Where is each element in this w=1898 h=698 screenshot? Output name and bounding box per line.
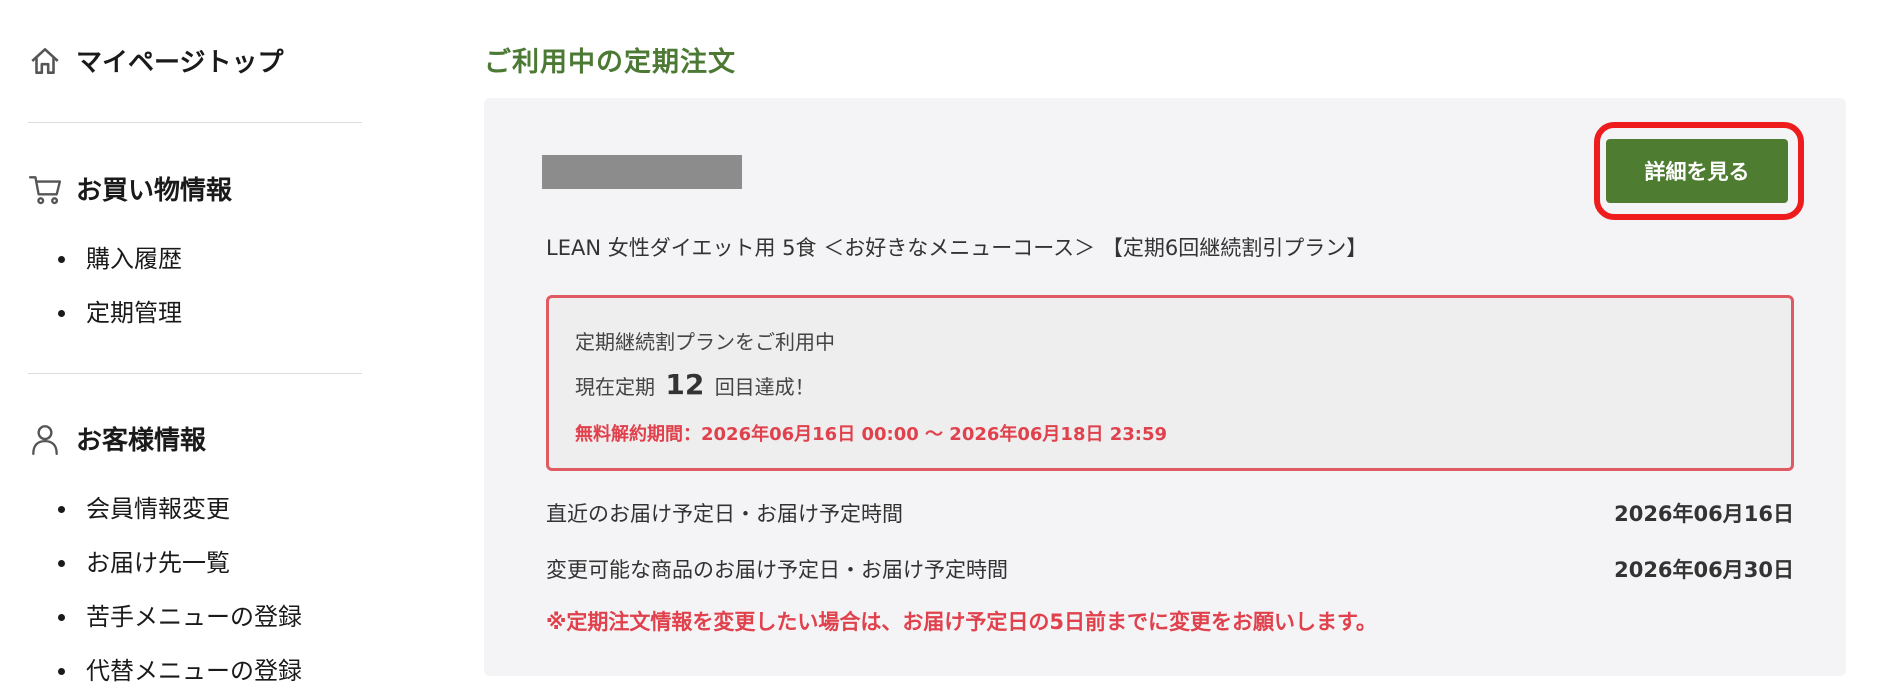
next-delivery-row: 直近のお届け予定日・お届け予定時間 2026年06月16日 [546,498,1794,528]
sidebar-item-purchase-history[interactable]: 購入履歴 [58,232,182,286]
sidebar-item-mypage-top[interactable]: マイページトップ [28,42,283,79]
sidebar-section-heading: お買い物情報 [76,176,233,206]
sidebar-shopping-list: 購入履歴 定期管理 [58,232,182,340]
sidebar-item-subscription-management[interactable]: 定期管理 [58,286,182,340]
changeable-delivery-date: 2026年06月30日 [1614,558,1794,582]
view-details-button[interactable]: 詳細を見る [1606,139,1788,203]
sidebar-section-customer: お客様情報 [28,420,206,457]
subscription-order-card: 詳細を見る LEAN 女性ダイエット用 5食 ＜お好きなメニューコース＞ 【定期… [484,98,1846,676]
sidebar-item-substitute-menu[interactable]: 代替メニューの登録 [58,644,302,698]
next-delivery-date: 2026年06月16日 [1614,502,1794,526]
sidebar-section-shopping: お買い物情報 [28,170,232,207]
cart-icon [28,172,62,206]
subscription-count: 現在定期 12 回目達成！ [575,368,815,401]
sidebar-divider [28,373,362,374]
home-icon [28,44,62,78]
sidebar-customer-list: 会員情報変更 お届け先一覧 苦手メニューの登録 代替メニューの登録 [58,482,302,698]
sidebar-item-label: マイページトップ [76,48,284,78]
next-delivery-label: 直近のお届け予定日・お届け予定時間 [546,502,903,526]
product-name: LEAN 女性ダイエット用 5食 ＜お好きなメニューコース＞ 【定期6回継続割引… [546,236,1368,260]
sidebar-item-delivery-addresses[interactable]: お届け先一覧 [58,536,302,590]
free-cancellation-period: 無料解約期間：2026年06月16日 00:00 〜 2026年06月18日 2… [575,424,1168,445]
subscription-notice-box: 定期継続割プランをご利用中 現在定期 12 回目達成！ 無料解約期間：2026年… [546,295,1794,471]
count-prefix: 現在定期 [575,375,655,399]
sidebar-section-heading: お客様情報 [76,426,207,456]
redacted-block [542,155,742,189]
plan-status-text: 定期継続割プランをご利用中 [575,330,835,354]
user-icon [28,422,62,456]
sidebar-item-disliked-menu[interactable]: 苦手メニューの登録 [58,590,302,644]
change-deadline-warning: ※定期注文情報を変更したい場合は、お届け予定日の5日前までに変更をお願いします。 [546,610,1377,634]
count-suffix: 回目達成！ [714,375,815,399]
sidebar-divider [28,122,362,123]
count-value: 12 [665,368,705,401]
changeable-delivery-label: 変更可能な商品のお届け予定日・お届け予定時間 [546,558,1008,582]
changeable-delivery-row: 変更可能な商品のお届け予定日・お届け予定時間 2026年06月30日 [546,554,1794,584]
page-title: ご利用中の定期注文 [484,47,736,78]
sidebar-item-member-info[interactable]: 会員情報変更 [58,482,302,536]
